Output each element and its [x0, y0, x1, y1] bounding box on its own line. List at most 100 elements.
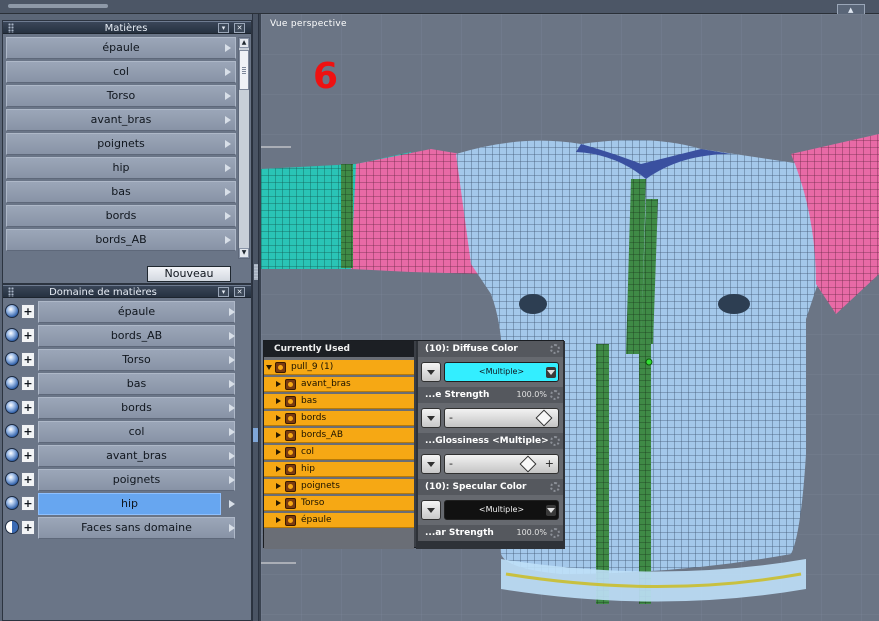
expand-triangle-icon[interactable]	[276, 500, 281, 506]
used-material-row[interactable]: hip	[264, 462, 414, 477]
minus-icon[interactable]: -	[449, 455, 453, 473]
visibility-icon[interactable]	[5, 304, 19, 318]
expand-triangle-icon[interactable]	[276, 432, 281, 438]
domain-item-bar[interactable]: poignets	[38, 469, 235, 491]
add-icon[interactable]: +	[21, 304, 35, 319]
panel-menu-button[interactable]: ▾	[218, 287, 229, 297]
used-material-row[interactable]: col	[264, 445, 414, 460]
add-icon[interactable]: +	[21, 448, 35, 463]
used-material-row[interactable]: épaule	[264, 513, 414, 528]
add-icon[interactable]: +	[21, 352, 35, 367]
visibility-icon[interactable]	[5, 400, 19, 414]
material-item[interactable]: col	[6, 61, 236, 83]
material-item[interactable]: avant_bras	[6, 109, 236, 131]
domain-item-bar[interactable]: hip	[38, 493, 221, 515]
scroll-up-icon[interactable]: ▲	[239, 38, 249, 48]
glossiness-slider-knob[interactable]	[519, 455, 537, 473]
panel-menu-button[interactable]: ▾	[218, 23, 229, 33]
scroll-thumb[interactable]	[239, 50, 249, 90]
expand-triangle-icon[interactable]	[276, 517, 281, 523]
domain-item-bar[interactable]: col	[38, 421, 235, 443]
glossiness-slider[interactable]: - +	[444, 454, 559, 474]
expand-triangle-icon[interactable]	[276, 449, 281, 455]
chevron-right-icon[interactable]	[229, 428, 235, 436]
domain-item-bar[interactable]: avant_bras	[38, 445, 235, 467]
top-tab-indicator[interactable]	[8, 4, 108, 8]
used-material-row[interactable]: bords	[264, 411, 414, 426]
chevron-right-icon[interactable]	[229, 356, 235, 364]
domain-item-bar[interactable]: Torso	[38, 349, 235, 371]
expand-triangle-icon[interactable]	[276, 381, 281, 387]
collapse-top-button[interactable]: ▲	[837, 4, 865, 14]
domain-item-bar[interactable]: bas	[38, 373, 235, 395]
used-material-row[interactable]: avant_bras	[264, 377, 414, 392]
domain-item[interactable]: + Faces sans domaine	[3, 517, 237, 539]
chevron-right-icon[interactable]	[225, 116, 231, 124]
close-panel-button[interactable]: ✕	[234, 23, 245, 33]
chevron-right-icon[interactable]	[229, 308, 235, 316]
gear-icon[interactable]	[550, 344, 560, 354]
visibility-icon[interactable]	[5, 424, 19, 438]
visibility-icon[interactable]	[5, 472, 19, 486]
used-material-row[interactable]: Torso	[264, 496, 414, 511]
material-item[interactable]: bas	[6, 181, 236, 203]
domain-item[interactable]: + col	[3, 421, 237, 443]
domain-item-bar[interactable]: bords_AB	[38, 325, 235, 347]
sidebar-splitter[interactable]	[252, 14, 259, 621]
chevron-right-icon[interactable]	[229, 452, 235, 460]
visibility-icon[interactable]	[5, 496, 19, 510]
collapse-sidebar-handle[interactable]	[253, 428, 258, 442]
plus-icon[interactable]: +	[545, 455, 554, 473]
domain-item-bar[interactable]: épaule	[38, 301, 235, 323]
used-material-row[interactable]: poignets	[264, 479, 414, 494]
material-item[interactable]: poignets	[6, 133, 236, 155]
chevron-right-icon[interactable]	[225, 212, 231, 220]
add-icon[interactable]: +	[21, 496, 35, 511]
specular-dropdown-button[interactable]	[421, 500, 441, 520]
gear-icon[interactable]	[550, 436, 560, 446]
new-material-button[interactable]: Nouveau	[147, 266, 231, 282]
visibility-icon[interactable]	[5, 328, 19, 342]
add-icon[interactable]: +	[21, 472, 35, 487]
chevron-right-icon[interactable]	[225, 68, 231, 76]
chevron-right-icon[interactable]	[225, 164, 231, 172]
used-root-row[interactable]: pull_9 (1)	[264, 360, 414, 375]
scroll-down-icon[interactable]: ▼	[239, 248, 249, 258]
chevron-right-icon[interactable]	[229, 380, 235, 388]
material-item[interactable]: épaule	[6, 37, 236, 59]
gear-icon[interactable]	[550, 482, 560, 492]
add-icon[interactable]: +	[21, 520, 35, 535]
materials-scrollbar[interactable]: ▲ ▼	[238, 37, 250, 259]
material-item[interactable]: bords	[6, 205, 236, 227]
splitter-grip-icon[interactable]	[254, 264, 258, 280]
visibility-icon[interactable]	[5, 376, 19, 390]
strength-dropdown-button[interactable]	[421, 408, 441, 428]
expand-triangle-icon[interactable]	[276, 415, 281, 421]
add-icon[interactable]: +	[21, 376, 35, 391]
chevron-right-icon[interactable]	[229, 524, 235, 532]
chevron-right-icon[interactable]	[229, 476, 235, 484]
collapse-triangle-icon[interactable]	[266, 365, 272, 370]
add-icon[interactable]: +	[21, 424, 35, 439]
gear-icon[interactable]	[550, 528, 560, 538]
domain-item[interactable]: + bords	[3, 397, 237, 419]
used-material-row[interactable]: bas	[264, 394, 414, 409]
gear-icon[interactable]	[550, 390, 560, 400]
used-material-row[interactable]: bords_AB	[264, 428, 414, 443]
domain-item-bar[interactable]: Faces sans domaine	[38, 517, 235, 539]
domain-item[interactable]: + hip	[3, 493, 237, 515]
expand-triangle-icon[interactable]	[276, 483, 281, 489]
expand-triangle-icon[interactable]	[276, 466, 281, 472]
chevron-right-icon[interactable]	[229, 500, 235, 508]
chevron-right-icon[interactable]	[229, 332, 235, 340]
chevron-right-icon[interactable]	[225, 92, 231, 100]
chevron-right-icon[interactable]	[225, 236, 231, 244]
diffuse-dropdown-button[interactable]	[421, 362, 441, 382]
material-item[interactable]: hip	[6, 157, 236, 179]
strength-slider[interactable]: -	[444, 408, 559, 428]
chevron-down-icon[interactable]	[546, 505, 556, 516]
domain-item[interactable]: + avant_bras	[3, 445, 237, 467]
specular-color-swatch[interactable]: <Multiple>	[444, 500, 559, 520]
chevron-right-icon[interactable]	[225, 44, 231, 52]
chevron-right-icon[interactable]	[229, 404, 235, 412]
